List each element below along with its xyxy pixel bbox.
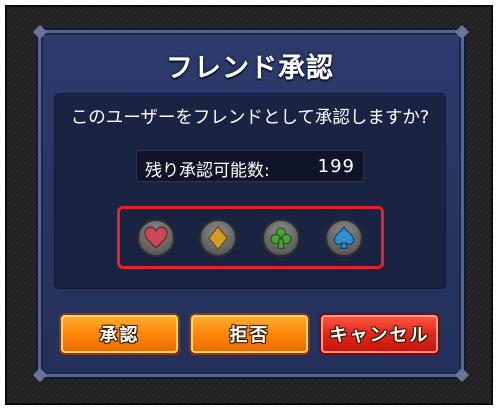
club-icon bbox=[270, 227, 292, 249]
diamond-icon bbox=[199, 219, 237, 257]
spade-icon bbox=[325, 219, 363, 257]
approval-count-box: 残り承認可能数: 199 bbox=[136, 150, 364, 182]
cancel-button[interactable]: キャンセル bbox=[319, 313, 440, 355]
diamond-icon bbox=[207, 225, 229, 251]
approval-count-label: 残り承認可能数: bbox=[145, 161, 270, 181]
club-icon bbox=[262, 219, 300, 257]
confirmation-question: このユーザーをフレンドとして承認しますか? bbox=[70, 108, 430, 128]
approval-count-value: 199 bbox=[317, 156, 355, 177]
dialog-title: フレンド承認 bbox=[166, 53, 334, 84]
reject-button[interactable]: 拒否 bbox=[189, 313, 310, 355]
heart-icon bbox=[137, 219, 175, 257]
heart-icon bbox=[144, 226, 168, 249]
approve-button[interactable]: 承認 bbox=[59, 313, 180, 355]
spade-icon bbox=[333, 226, 355, 249]
